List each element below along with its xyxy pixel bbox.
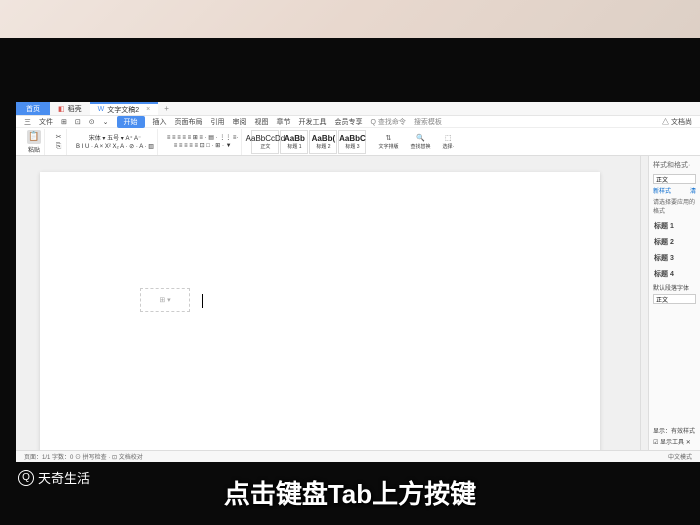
- search-icon[interactable]: 🔍: [416, 133, 425, 142]
- ribbon-select-group: ⬚ 选择·: [439, 129, 457, 155]
- ribbon-toolbar: 📋 粘贴 ✂ ⎘ 宋体 ▾ 五号 ▾ A⁺ A⁻ B I U · A × X² …: [16, 128, 700, 156]
- menu-icon[interactable]: ⊡: [75, 118, 81, 126]
- panel-footer[interactable]: ☑ 显示工具 ✕: [653, 437, 696, 446]
- document-tabs: 首页 ◧ 稻壳 W 文字文稿2 × +: [16, 102, 700, 116]
- new-style-link[interactable]: 新样式: [653, 186, 671, 195]
- close-icon[interactable]: ×: [146, 106, 150, 113]
- menu-icon[interactable]: ⊙: [89, 118, 95, 126]
- ribbon-paste-group: 📋 粘贴: [24, 129, 45, 155]
- paste-icon[interactable]: 📋: [27, 130, 41, 144]
- video-caption: 点击键盘Tab上方按键: [0, 474, 700, 511]
- margin-indicator: ⊞ ▾: [140, 288, 190, 312]
- video-frame: 首页 ◧ 稻壳 W 文字文稿2 × + 三 文件 ⊞ ⊡ ⊙ ⌄ 开始 插入 页…: [0, 38, 700, 525]
- ribbon-clipboard-icons: ✂ ⎘: [51, 129, 67, 155]
- body-style-input[interactable]: [653, 294, 696, 304]
- style-preview: AaBb(: [312, 134, 336, 143]
- doc-icon: ◧: [58, 105, 65, 113]
- doc-icon: W: [98, 106, 105, 113]
- cut-icon[interactable]: ✂: [54, 132, 63, 141]
- find-label: 查找替换: [410, 143, 430, 150]
- style-heading1[interactable]: 标题 1: [653, 219, 696, 233]
- tab-doc1[interactable]: ◧ 稻壳: [50, 102, 90, 115]
- copy-icon[interactable]: ⎘: [54, 142, 63, 151]
- menu-chapter[interactable]: 章节: [277, 117, 291, 127]
- current-style-input[interactable]: [653, 174, 696, 184]
- style-preview: AaBbCcDd: [246, 134, 286, 143]
- content-area: ⊞ ▾ 样式和格式· 新样式 清 请选择要应用的格式 标题 1 标题 2 标题 …: [16, 156, 700, 450]
- vertical-scrollbar[interactable]: [640, 156, 648, 450]
- menu-right-item[interactable]: △ 文档尚: [662, 117, 692, 127]
- style-heading4[interactable]: 标题 4: [653, 267, 696, 281]
- select-label: 选择·: [442, 143, 454, 150]
- styles-gallery: AaBbCcDd 正文 AaBb 标题 1 AaBb( 标题 2 AaBbC 标…: [251, 130, 366, 154]
- paste-label: 粘贴: [28, 145, 40, 154]
- menu-bar: 三 文件 ⊞ ⊡ ⊙ ⌄ 开始 插入 页面布局 引用 审阅 视图 章节 开发工具…: [16, 116, 700, 128]
- menu-layout[interactable]: 页面布局: [175, 117, 203, 127]
- add-tab-button[interactable]: +: [158, 104, 175, 113]
- style-label: 标题 1: [287, 143, 301, 150]
- menu-template-search[interactable]: 搜索模板: [414, 117, 442, 127]
- style-label: 正文: [260, 143, 270, 150]
- status-left: 页面：1/1 字数：0 ⊙ 拼写检查 · ⊡ 文档校对: [24, 452, 143, 461]
- para-controls-row2[interactable]: ≡ ≡ ≡ ≡ ≡ ⊡ □ · ⊞ · ▼: [174, 142, 232, 149]
- menu-search[interactable]: Q 查找命令: [371, 117, 406, 127]
- style-preview: AaBbC: [339, 134, 366, 143]
- style-h3[interactable]: AaBbC 标题 3: [338, 130, 366, 154]
- tab-doc2[interactable]: W 文字文稿2 ×: [90, 102, 159, 115]
- menu-file[interactable]: 文件: [39, 117, 53, 127]
- show-dropdown[interactable]: 显示：有效样式: [653, 426, 696, 435]
- text-arrange-label: 文字排版: [378, 143, 398, 150]
- style-h1[interactable]: AaBb 标题 1: [280, 130, 308, 154]
- style-preview: AaBb: [284, 134, 305, 143]
- text-arrange-icon[interactable]: ⇅: [384, 133, 393, 142]
- style-heading2[interactable]: 标题 2: [653, 235, 696, 249]
- ribbon-paragraph-group: ≡ ≡ ≡ ≡ ≡ ⊞ ≡ · ▤ · ⋮⋮ ≡· ≡ ≡ ≡ ≡ ≡ ⊡ □ …: [164, 129, 243, 155]
- desktop-background: [0, 0, 700, 38]
- pick-format-label: 请选择要应用的格式: [653, 197, 696, 215]
- status-right: 中文模式: [668, 452, 692, 461]
- tab-label: 稻壳: [68, 104, 82, 114]
- menu-icon[interactable]: ⊞: [61, 118, 67, 126]
- ribbon-find-group: 🔍 查找替换: [407, 129, 433, 155]
- menu-start[interactable]: 开始: [117, 116, 145, 128]
- style-h2[interactable]: AaBb( 标题 2: [309, 130, 337, 154]
- font-controls-row1[interactable]: 宋体 ▾ 五号 ▾ A⁺ A⁻: [89, 133, 141, 142]
- clear-link[interactable]: 清: [690, 186, 696, 195]
- menu-member[interactable]: 会员专享: [335, 117, 363, 127]
- menu-review[interactable]: 审阅: [233, 117, 247, 127]
- document-page[interactable]: ⊞ ▾: [40, 172, 600, 450]
- ribbon-font-group: 宋体 ▾ 五号 ▾ A⁺ A⁻ B I U · A × X² X₂ A · ⊘ …: [73, 129, 158, 155]
- menu-dropdown-icon[interactable]: ⌄: [103, 118, 109, 126]
- menu-hamburger[interactable]: 三: [24, 117, 31, 127]
- style-label: 标题 3: [345, 143, 359, 150]
- text-cursor: [202, 294, 203, 308]
- menu-view[interactable]: 视图: [255, 117, 269, 127]
- para-controls-row1[interactable]: ≡ ≡ ≡ ≡ ≡ ⊞ ≡ · ▤ · ⋮⋮ ≡·: [167, 134, 239, 141]
- styles-panel: 样式和格式· 新样式 清 请选择要应用的格式 标题 1 标题 2 标题 3 标题…: [648, 156, 700, 450]
- menu-devtools[interactable]: 开发工具: [299, 117, 327, 127]
- ribbon-styles-group: AaBbCcDd 正文 AaBb 标题 1 AaBb( 标题 2 AaBbC 标…: [248, 129, 369, 155]
- font-controls-row2[interactable]: B I U · A × X² X₂ A · ⊘ · A · ▥: [76, 143, 154, 150]
- status-bar: 页面：1/1 字数：0 ⊙ 拼写检查 · ⊡ 文档校对 中文模式: [16, 450, 700, 462]
- style-normal[interactable]: AaBbCcDd 正文: [251, 130, 279, 154]
- tab-label: 文字文稿2: [107, 105, 139, 115]
- style-label: 标题 2: [316, 143, 330, 150]
- ribbon-edit-group: ⇅ 文字排版: [375, 129, 401, 155]
- menu-insert[interactable]: 插入: [153, 117, 167, 127]
- panel-title: 样式和格式·: [653, 160, 696, 170]
- document-viewport[interactable]: ⊞ ▾: [16, 156, 640, 450]
- wps-window: 首页 ◧ 稻壳 W 文字文稿2 × + 三 文件 ⊞ ⊡ ⊙ ⌄ 开始 插入 页…: [16, 102, 700, 462]
- tab-home[interactable]: 首页: [16, 102, 50, 115]
- select-icon[interactable]: ⬚: [444, 133, 453, 142]
- style-heading3[interactable]: 标题 3: [653, 251, 696, 265]
- default-font-label[interactable]: 默认段落字体: [653, 283, 696, 292]
- menu-reference[interactable]: 引用: [211, 117, 225, 127]
